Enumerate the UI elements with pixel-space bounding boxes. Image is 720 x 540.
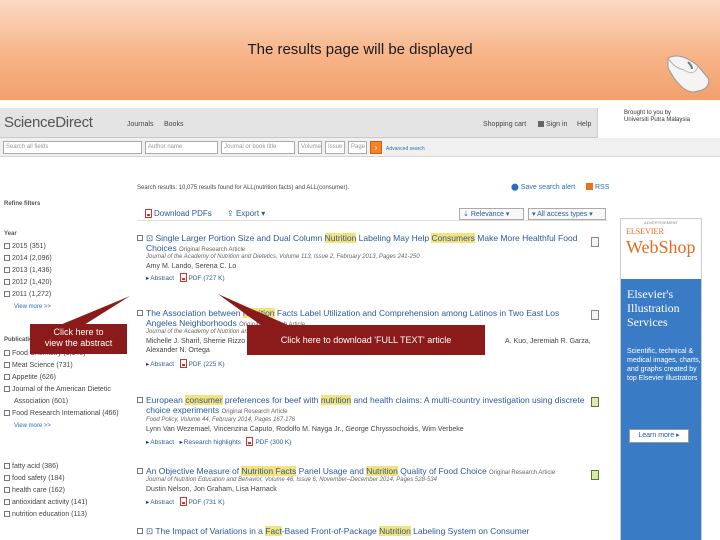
abstract-callout-line1: Click here to [53,327,104,337]
callout-arrows [60,294,290,326]
abstract-callout-arrow [60,296,130,325]
fulltext-callout: Click here to download 'FULL TEXT' artic… [247,325,485,355]
fulltext-callout-arrow [218,294,290,326]
abstract-callout-line2: view the abstract [44,338,113,348]
abstract-callout: Click here to view the abstract [30,324,127,354]
